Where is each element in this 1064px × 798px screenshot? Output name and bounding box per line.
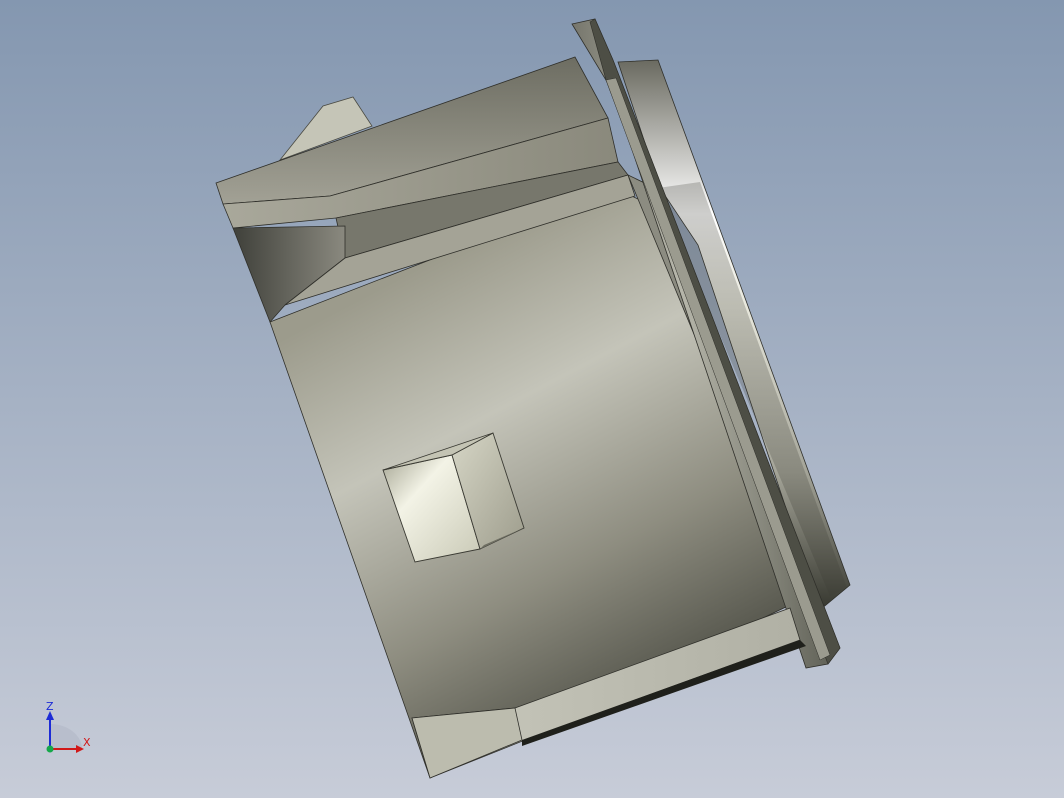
x-axis-label: X xyxy=(83,736,91,749)
y-axis-origin xyxy=(46,745,54,753)
cad-viewport[interactable]: Z X xyxy=(0,0,1064,798)
3d-model-scene[interactable]: Z X xyxy=(0,0,1064,798)
z-axis-label: Z xyxy=(46,700,54,713)
